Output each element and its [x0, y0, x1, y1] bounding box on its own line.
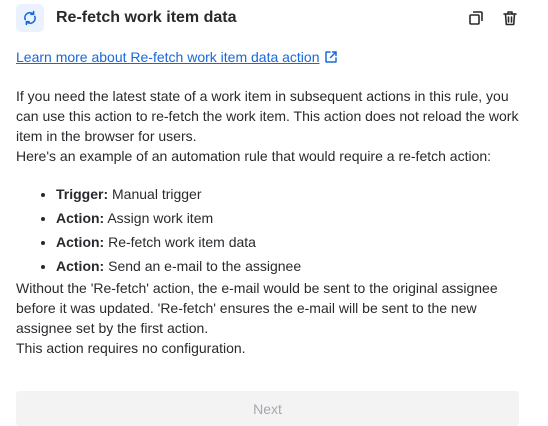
list-item: Action: Re-fetch work item data [56, 230, 524, 254]
list-item: Trigger: Manual trigger [56, 182, 524, 206]
description: If you need the latest state of a work i… [16, 86, 524, 358]
description-note: This action requires no configuration. [16, 340, 246, 356]
list-item-text: Manual trigger [108, 186, 202, 202]
next-button[interactable]: Next [16, 391, 519, 426]
list-item-text: Assign work item [104, 210, 214, 226]
header: Re-fetch work item data [16, 4, 522, 32]
example-rule-list: Trigger: Manual trigger Action: Assign w… [16, 182, 524, 278]
description-explanation: Without the 'Re-fetch' action, the e-mai… [16, 280, 498, 336]
list-item: Action: Assign work item [56, 206, 524, 230]
list-item-text: Re-fetch work item data [104, 234, 256, 250]
list-item-label: Action: [56, 234, 105, 250]
trash-icon[interactable] [498, 6, 522, 30]
header-actions [464, 6, 522, 30]
external-link-icon [324, 51, 337, 63]
list-item-text: Send an e-mail to the assignee [104, 258, 302, 274]
list-item-label: Trigger: [56, 186, 109, 202]
list-item-label: Action: [56, 258, 105, 274]
list-item-label: Action: [56, 210, 105, 226]
description-intro: If you need the latest state of a work i… [16, 88, 519, 144]
duplicate-icon[interactable] [464, 6, 488, 30]
list-item: Action: Send an e-mail to the assignee [56, 254, 524, 278]
page-title: Re-fetch work item data [56, 9, 237, 26]
learn-more-link-text[interactable]: Learn more about Re-fetch work item data… [16, 49, 320, 65]
refresh-icon [16, 4, 44, 32]
learn-more-link[interactable]: Learn more about Re-fetch work item data… [16, 49, 338, 65]
description-example: Here's an example of an automation rule … [16, 148, 492, 164]
